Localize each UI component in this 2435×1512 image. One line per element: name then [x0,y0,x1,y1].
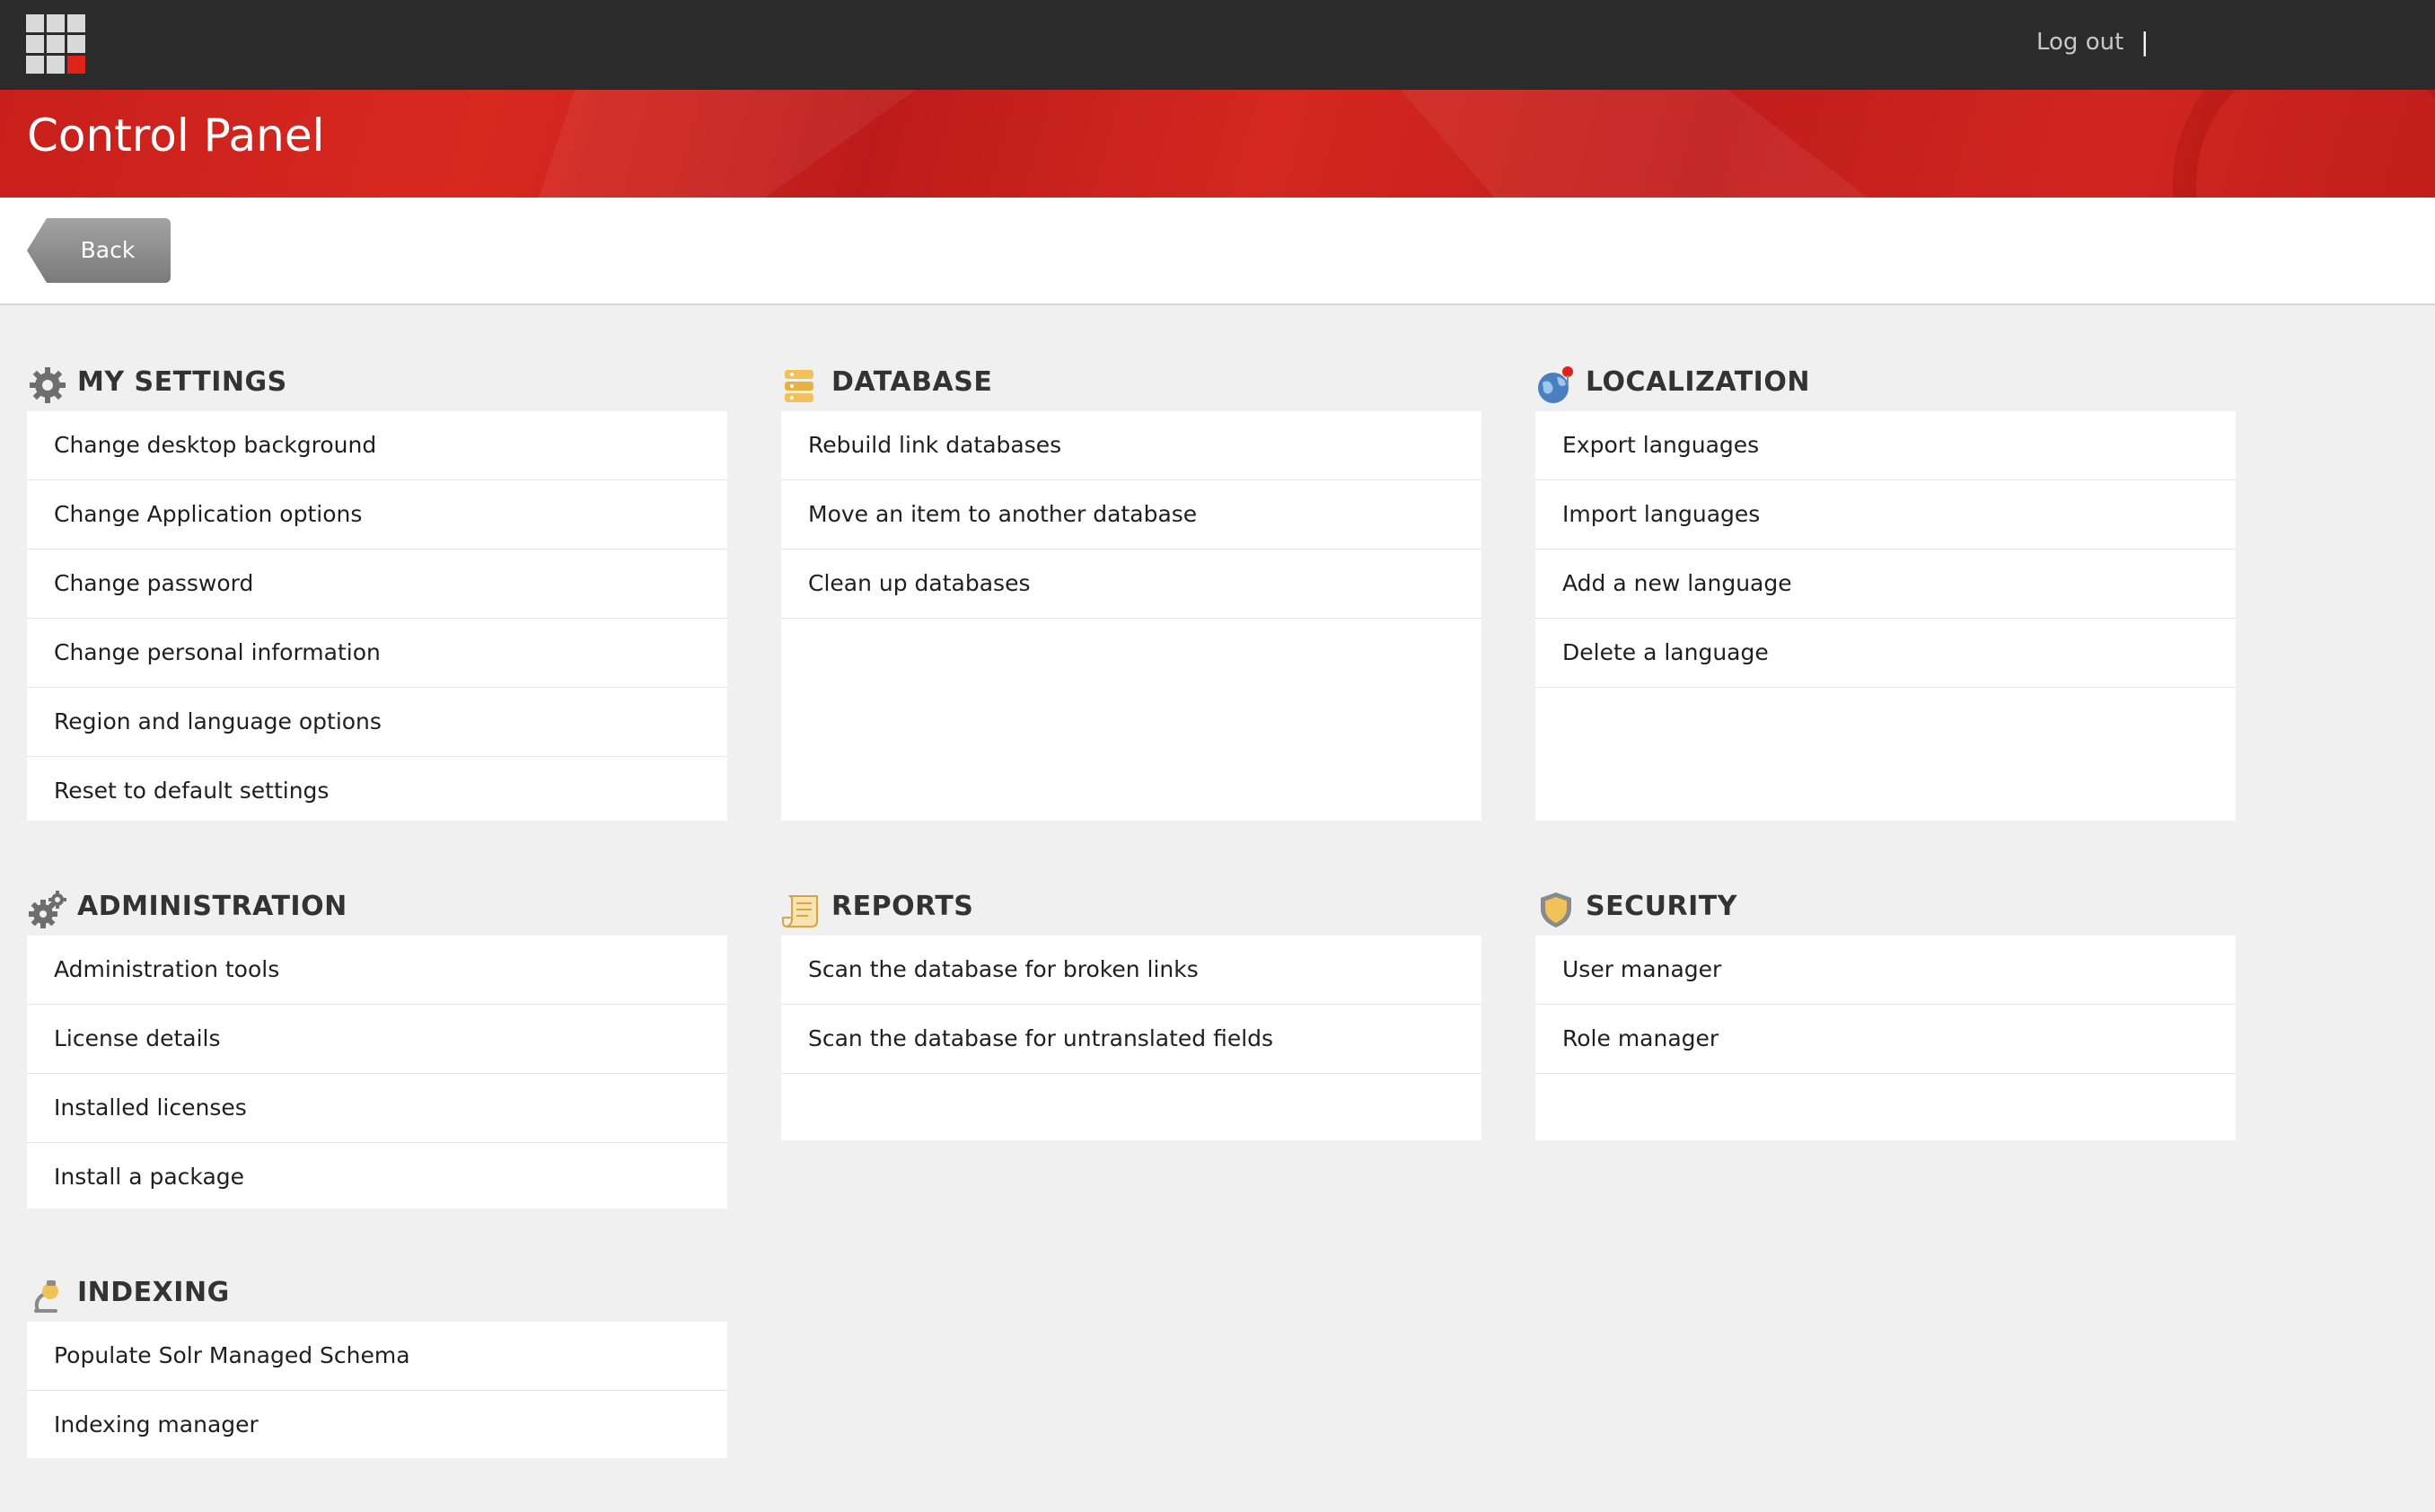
menu-item-change-password[interactable]: Change password [27,549,727,619]
app-grid-cell [47,56,65,74]
section-panel: Scan the database for broken links Scan … [781,936,1481,1140]
menu-item-add-new-language[interactable]: Add a new language [1535,549,2236,619]
menu-item-license-details[interactable]: License details [27,1005,727,1074]
app-grid-cell [67,56,85,74]
section-title: SECURITY [1586,891,1737,922]
section-my-settings: MY SETTINGS Change desktop background Ch… [27,352,727,821]
section-reports: REPORTS Scan the database for broken lin… [781,876,1481,1140]
menu-item-clean-up-databases[interactable]: Clean up databases [781,549,1481,619]
menu-item-import-languages[interactable]: Import languages [1535,480,2236,549]
app-grid-cell [67,14,85,32]
banner-decoration [1401,90,1868,198]
menu-item-populate-solr-managed-schema[interactable]: Populate Solr Managed Schema [27,1322,727,1391]
back-button[interactable]: Back [27,218,171,283]
menu-item-install-package[interactable]: Install a package [27,1143,727,1211]
section-panel: User manager Role manager [1535,936,2236,1140]
gears-icon [29,891,66,928]
section-indexing: INDEXING Populate Solr Managed Schema In… [27,1262,727,1458]
app-grid-cell [26,35,44,53]
menu-item-reset-to-default-settings[interactable]: Reset to default settings [27,757,727,825]
page-banner: Control Panel [0,90,2435,198]
app-grid-cell [26,56,44,74]
menu-item-user-manager[interactable]: User manager [1535,936,2236,1005]
microscope-icon [34,1280,58,1313]
menu-item-installed-licenses[interactable]: Installed licenses [27,1074,727,1143]
section-title: ADMINISTRATION [77,891,347,922]
menu-item-change-application-options[interactable]: Change Application options [27,480,727,549]
menu-item-export-languages[interactable]: Export languages [1535,411,2236,480]
globe-icon [1538,366,1573,403]
menu-item-role-manager[interactable]: Role manager [1535,1005,2236,1074]
section-panel: Administration tools License details Ins… [27,936,727,1209]
menu-item-change-desktop-background[interactable]: Change desktop background [27,411,727,480]
section-title: MY SETTINGS [77,366,287,398]
app-grid-cell [67,35,85,53]
section-panel: Export languages Import languages Add a … [1535,411,2236,821]
section-administration: ADMINISTRATION Administration tools Lice… [27,876,727,1209]
app-grid-cell [47,14,65,32]
logout-link[interactable]: Log out [2036,29,2123,56]
app-grid-cell [47,35,65,53]
menu-item-change-personal-information[interactable]: Change personal information [27,619,727,688]
database-icon [785,370,813,402]
section-title: REPORTS [831,891,974,922]
menu-item-scan-broken-links[interactable]: Scan the database for broken links [781,936,1481,1005]
section-database: DATABASE Rebuild link databases Move an … [781,352,1481,821]
menu-item-administration-tools[interactable]: Administration tools [27,936,727,1005]
header-separator: | [2141,27,2149,57]
shield-icon [1541,892,1571,927]
banner-decoration [539,90,916,198]
menu-item-delete-language[interactable]: Delete a language [1535,619,2236,688]
menu-item-region-and-language-options[interactable]: Region and language options [27,688,727,757]
gear-icon [30,367,66,403]
app-launcher-icon[interactable] [26,14,85,74]
section-localization: LOCALIZATION Export languages Import lan… [1535,352,2236,821]
page-title: Control Panel [27,110,325,162]
menu-item-rebuild-link-databases[interactable]: Rebuild link databases [781,411,1481,480]
section-panel: Populate Solr Managed Schema Indexing ma… [27,1322,727,1458]
banner-decoration [2173,90,2435,198]
section-security: SECURITY User manager Role manager [1535,876,2236,1140]
section-title: LOCALIZATION [1586,366,1810,398]
top-bar: Log out | [0,0,2435,90]
section-panel: Change desktop background Change Applica… [27,411,727,821]
toolbar: Back [0,198,2435,305]
menu-item-move-item-to-another-database[interactable]: Move an item to another database [781,480,1481,549]
app-grid-cell [26,14,44,32]
section-panel: Rebuild link databases Move an item to a… [781,411,1481,821]
section-title: DATABASE [831,366,993,398]
menu-item-indexing-manager[interactable]: Indexing manager [27,1391,727,1459]
section-title: INDEXING [77,1277,230,1308]
menu-item-scan-untranslated-fields[interactable]: Scan the database for untranslated field… [781,1005,1481,1074]
scroll-icon [782,895,818,927]
